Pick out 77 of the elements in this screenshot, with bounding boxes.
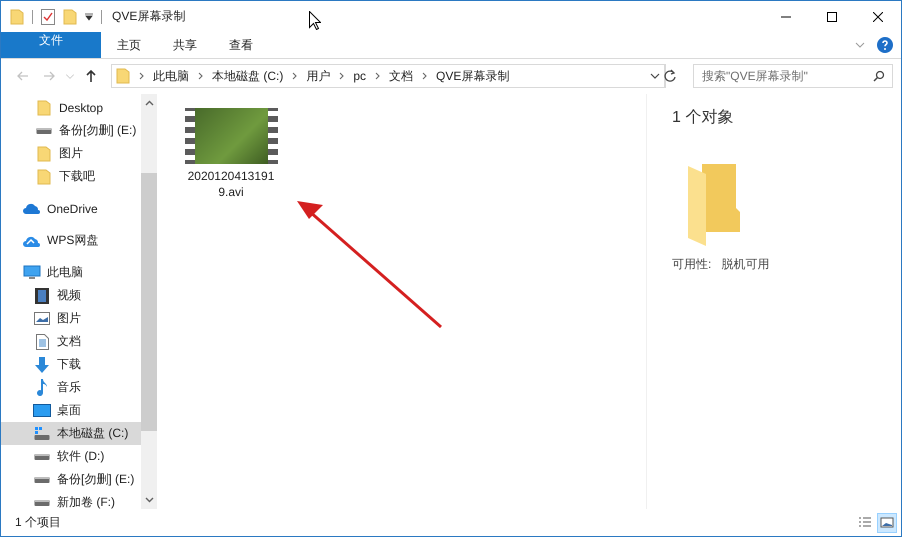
dropdown-chevron-icon[interactable] (650, 73, 660, 79)
sidebar-item[interactable]: 此电脑 (1, 261, 141, 284)
sidebar-item[interactable]: 备份[勿删] (E:) (1, 119, 141, 142)
landscape-icon (34, 312, 50, 325)
breadcrumb[interactable]: 此电脑 (153, 68, 189, 84)
breadcrumb[interactable]: 用户 (306, 68, 330, 84)
chevron-icon[interactable] (375, 72, 380, 80)
cloud-icon (23, 234, 41, 246)
folder-icon (37, 146, 51, 162)
refresh-icon[interactable] (663, 69, 677, 83)
scroll-up-icon[interactable] (144, 100, 154, 106)
breadcrumb[interactable]: 本地磁盘 (C:) (212, 68, 284, 84)
sidebar-item[interactable]: Desktop (1, 96, 141, 119)
film-icon (35, 288, 49, 304)
chevron-icon[interactable] (292, 72, 298, 80)
sidebar-item[interactable]: 文档 (1, 330, 141, 353)
properties-icon[interactable] (41, 8, 55, 24)
sidebar-item[interactable]: 图片 (1, 307, 141, 330)
breadcrumb[interactable]: 文档 (389, 68, 414, 84)
chevron-icon[interactable] (339, 72, 344, 80)
scrollbar[interactable] (141, 94, 157, 509)
sidebar-item[interactable]: 图片 (1, 142, 141, 165)
folder-icon (37, 168, 51, 184)
help-icon[interactable] (877, 37, 893, 53)
sidebar-item[interactable]: 桌面 (1, 399, 141, 422)
cloud-icon (23, 203, 41, 214)
document-icon (36, 334, 48, 350)
chevron-down-icon (66, 74, 74, 78)
sidebar-item[interactable]: 下载吧 (1, 165, 141, 188)
ribbon-tab[interactable]: 主页 (101, 32, 157, 58)
window-title: QVE屏幕录制 (112, 8, 186, 25)
sidebar-item[interactable]: 软件 (D:) (1, 445, 141, 468)
scroll-down-icon[interactable] (144, 497, 154, 503)
sidebar-item[interactable]: 下载 (1, 353, 141, 376)
breadcrumb[interactable]: pc (353, 69, 366, 83)
dropdown-icon[interactable] (85, 12, 93, 20)
drive-icon (34, 476, 50, 484)
breadcrumb[interactable]: QVE屏幕录制 (436, 68, 510, 84)
property-label: 可用性: (672, 256, 712, 273)
selection-summary: 1 个对象 (672, 108, 734, 128)
search-field[interactable]: 搜索"QVE屏幕录制" (693, 64, 893, 88)
scrollbar-thumb[interactable] (141, 173, 157, 431)
file-item[interactable]: 20201204131919.avi (179, 106, 283, 202)
folder-icon (116, 68, 130, 84)
chevron-icon[interactable] (139, 72, 144, 80)
down-arrow-icon (34, 356, 50, 372)
sidebar-item[interactable]: 本地磁盘 (C:) (1, 422, 141, 445)
monitor-icon (23, 264, 41, 280)
sidebar-item[interactable]: 新加卷 (F:) (1, 491, 141, 509)
address-bar[interactable]: 此电脑 本地磁盘 (C:) 用户 pc 文档 QVE屏幕录制 (111, 64, 666, 88)
system-drive-icon (34, 426, 50, 440)
maximize-icon (827, 12, 837, 22)
drive-icon (34, 498, 50, 506)
sidebar-item[interactable]: WPS网盘 (1, 229, 141, 252)
sidebar-item[interactable]: 备份[勿删] (E:) (1, 468, 141, 491)
item-count: 1 个项目 (15, 514, 62, 531)
music-note-icon (36, 379, 48, 396)
ribbon-tab[interactable]: 共享 (157, 32, 213, 58)
expand-ribbon-icon[interactable] (855, 42, 865, 48)
folder-icon (37, 100, 51, 116)
desktop-icon (33, 404, 51, 417)
close-icon (873, 12, 883, 22)
sidebar-item[interactable]: 音乐 (1, 376, 141, 399)
drive-icon (36, 126, 52, 134)
sidebar-item[interactable]: OneDrive (1, 197, 141, 220)
chevron-icon[interactable] (198, 72, 203, 80)
file-tab[interactable]: 文件 (1, 32, 101, 58)
drive-icon (34, 452, 50, 460)
large-folder-icon (688, 162, 742, 246)
list-icon (858, 516, 872, 529)
chevron-icon[interactable] (422, 72, 428, 80)
ribbon-tab[interactable]: 查看 (213, 32, 269, 58)
mouse-cursor-icon (309, 11, 321, 30)
picture-icon (880, 516, 894, 529)
sidebar-item[interactable]: 视频 (1, 284, 141, 307)
property-value: 脱机可用 (721, 256, 770, 273)
large-icons-view-button[interactable] (877, 512, 897, 532)
